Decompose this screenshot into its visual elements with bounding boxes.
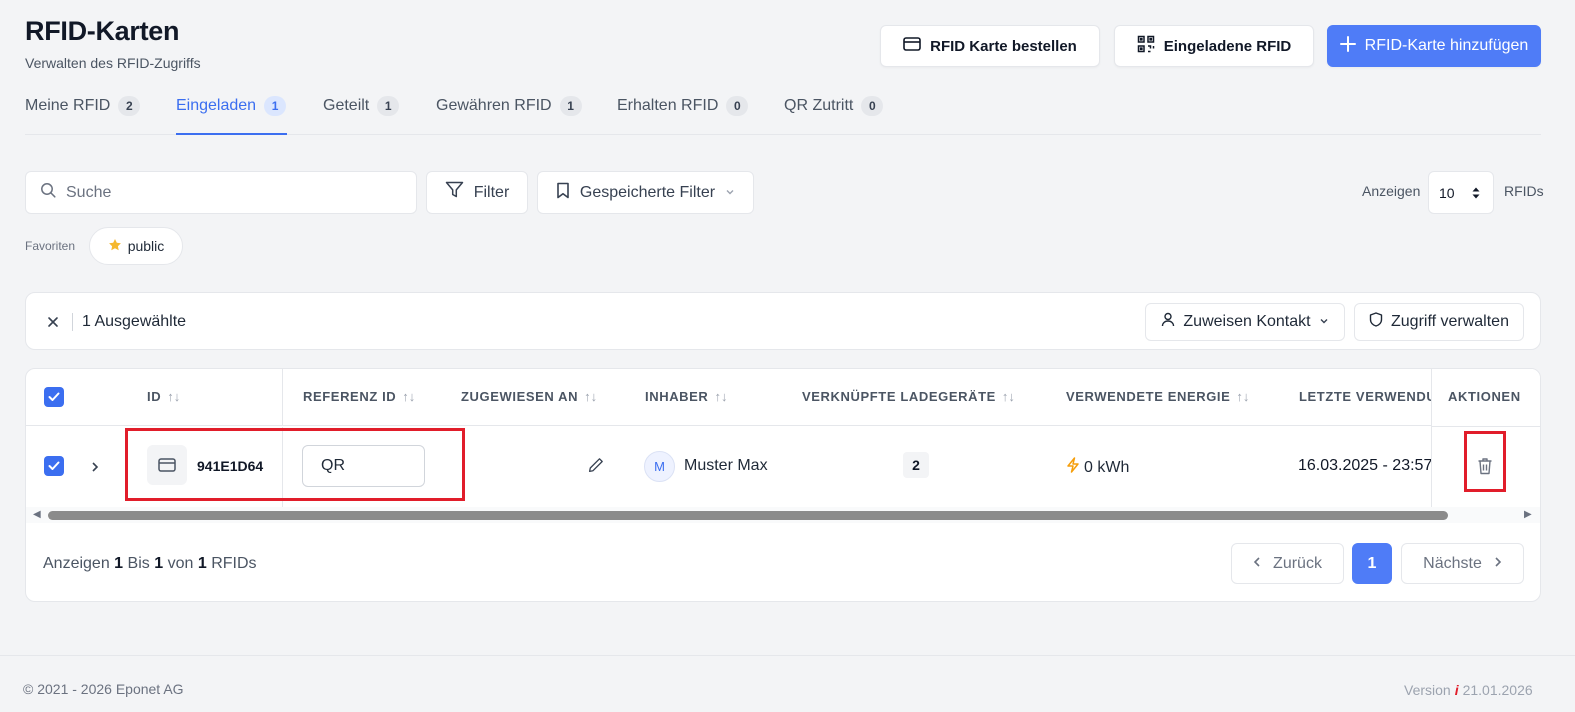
tab-count-badge: 1 <box>377 96 400 116</box>
previous-page-button[interactable]: Zurück <box>1231 543 1344 584</box>
favorite-filter-chip[interactable]: public <box>89 227 183 265</box>
highlight-box <box>125 428 465 501</box>
column-header-assigned-to[interactable]: ZUGEWIESEN AN ↑↓ <box>461 389 597 404</box>
last-used: 16.03.2025 - 23:57 <box>1298 457 1433 474</box>
tab-meine-rfid[interactable]: Meine RFID 2 <box>25 96 141 116</box>
row-checkbox[interactable] <box>44 456 64 476</box>
select-all-checkbox[interactable] <box>44 387 64 407</box>
sort-icon: ↑↓ <box>1001 389 1015 404</box>
sort-icon: ↑↓ <box>167 389 181 404</box>
tab-erhalten-rfid[interactable]: Erhalten RFID 0 <box>617 96 749 116</box>
column-header-reference-id[interactable]: REFERENZ ID ↑↓ <box>303 389 415 404</box>
column-header-energy-used[interactable]: VERWENDETE ENERGIE ↑↓ <box>1066 389 1249 404</box>
close-icon[interactable] <box>46 313 60 334</box>
tab-count-badge: 0 <box>726 96 749 116</box>
page-number-button[interactable]: 1 <box>1352 543 1392 584</box>
tab-eingeladen[interactable]: Eingeladen 1 <box>176 96 287 116</box>
tab-count-badge: 1 <box>264 96 287 116</box>
user-icon <box>1161 312 1175 332</box>
column-header-actions: AKTIONEN <box>1448 389 1521 404</box>
chevron-right-icon[interactable] <box>91 460 99 478</box>
lightning-icon <box>1066 457 1080 478</box>
sort-icon: ↑↓ <box>1236 389 1250 404</box>
filter-funnel-icon <box>445 181 464 204</box>
assign-contact-dropdown[interactable]: Zuweisen Kontakt <box>1145 303 1345 341</box>
edit-pencil-icon[interactable] <box>588 457 604 478</box>
shield-icon <box>1369 312 1383 332</box>
chevron-right-icon <box>1494 555 1502 573</box>
page-subtitle: Verwalten des RFID-Zugriffs <box>25 55 201 71</box>
next-page-button[interactable]: Nächste <box>1401 543 1524 584</box>
order-rfid-card-button[interactable]: RFID Karte bestellen <box>880 25 1100 67</box>
add-rfid-card-button[interactable]: RFID-Karte hinzufügen <box>1327 25 1541 67</box>
linked-chargers-count[interactable]: 2 <box>903 452 929 478</box>
tab-bar: Meine RFID 2 Eingeladen 1 Geteilt 1 Gewä… <box>25 84 1541 135</box>
column-header-id[interactable]: ID ↑↓ <box>147 389 180 404</box>
results-summary: Anzeigen 1 Bis 1 von 1 RFIDs <box>43 555 257 572</box>
rfid-table-card: ID ↑↓ REFERENZ ID ↑↓ ZUGEWIESEN AN ↑↓ INHAB… <box>25 368 1541 602</box>
search-icon <box>40 182 56 203</box>
selection-bar: 1 Ausgewählte Zuweisen Kontakt Zugriff v… <box>25 292 1541 350</box>
table-header: ID ↑↓ REFERENZ ID ↑↓ ZUGEWIESEN AN ↑↓ INHAB… <box>26 369 1540 426</box>
scroll-left-icon[interactable]: ◀ <box>33 509 41 520</box>
highlight-box <box>1464 431 1506 492</box>
page-size-label: Anzeigen <box>1362 183 1421 199</box>
favorites-label: Favoriten <box>25 239 76 253</box>
info-icon[interactable]: i <box>1455 682 1459 698</box>
tab-count-badge: 1 <box>559 96 582 116</box>
star-icon <box>108 238 122 255</box>
tab-count-badge: 0 <box>861 96 884 116</box>
search-box[interactable] <box>25 171 417 214</box>
page-title: RFID-Karten <box>25 16 180 46</box>
energy-used: 0 kWh <box>1066 457 1129 478</box>
scroll-right-icon[interactable]: ▶ <box>1524 509 1532 520</box>
tab-qr-zutritt[interactable]: QR Zutritt 0 <box>784 96 884 116</box>
page-size-select[interactable]: 10 <box>1428 171 1494 214</box>
divider <box>72 313 73 331</box>
scrollbar-thumb[interactable] <box>48 511 1448 520</box>
tab-gewaehren-rfid[interactable]: Gewähren RFID 1 <box>436 96 582 116</box>
page-size-unit: RFIDs <box>1504 183 1544 199</box>
selected-count: 1 Ausgewählte <box>82 313 187 330</box>
column-header-owner[interactable]: INHABER ↑↓ <box>645 389 727 404</box>
copyright: © 2021 - 2026 Eponet AG <box>23 681 184 697</box>
sort-icon: ↑↓ <box>584 389 598 404</box>
version-info: Version i 21.01.2026 <box>1404 682 1533 698</box>
chevron-left-icon <box>1253 555 1261 573</box>
chevron-down-icon <box>725 184 735 202</box>
divider <box>1432 426 1540 427</box>
footer-divider <box>0 655 1575 656</box>
search-input[interactable] <box>66 183 386 202</box>
invited-rfid-button[interactable]: Eingeladene RFID <box>1114 25 1314 67</box>
column-header-last-used[interactable]: LETZTE VERWENDUNG <box>1299 389 1431 404</box>
sort-icon: ↑↓ <box>714 389 728 404</box>
sort-updown-icon <box>1471 186 1481 203</box>
manage-access-button[interactable]: Zugriff verwalten <box>1354 303 1524 341</box>
sort-icon: ↑↓ <box>402 389 416 404</box>
active-tab-indicator <box>176 133 287 135</box>
bookmark-icon <box>556 182 570 204</box>
saved-filters-dropdown[interactable]: Gespeicherte Filter <box>537 171 754 214</box>
chevron-down-icon <box>1319 313 1329 331</box>
avatar: M <box>644 451 675 482</box>
card-icon <box>903 37 921 55</box>
qr-code-icon <box>1137 35 1155 57</box>
tab-geteilt[interactable]: Geteilt 1 <box>323 96 400 116</box>
column-divider <box>282 369 283 426</box>
horizontal-scrollbar[interactable]: ◀ ▶ <box>26 507 1540 523</box>
column-header-linked-chargers[interactable]: VERKNÜPFTE LADEGERÄTE ↑↓ <box>802 389 1015 404</box>
plus-icon <box>1339 35 1356 57</box>
filter-button[interactable]: Filter <box>426 171 528 214</box>
tab-count-badge: 2 <box>118 96 141 116</box>
owner-name: Muster Max <box>684 457 768 474</box>
